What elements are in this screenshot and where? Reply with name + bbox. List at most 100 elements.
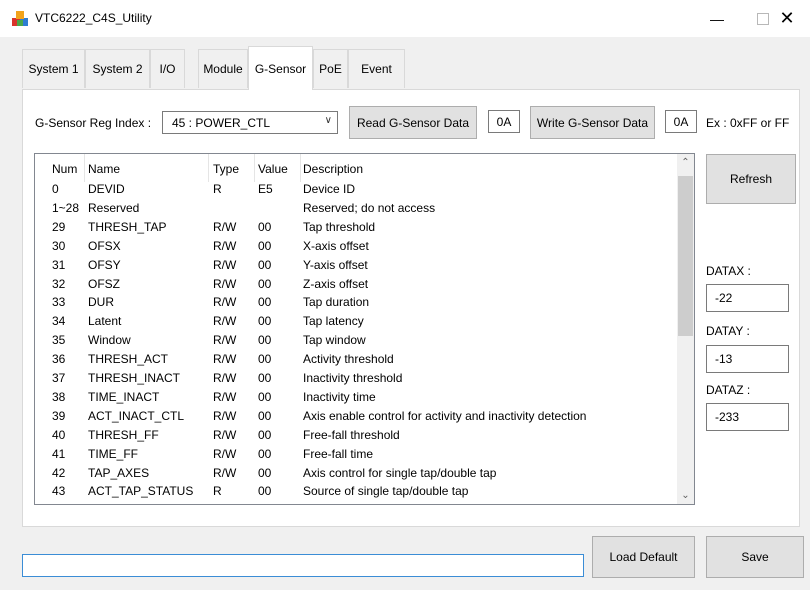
table-row[interactable]: 37 THRESH_INACT R/W 00 Inactivity threshold xyxy=(35,370,678,389)
scroll-thumb[interactable] xyxy=(678,176,693,336)
register-table[interactable]: Num Name Type Value Description 0 DEVID R E… xyxy=(34,153,695,505)
cell-description: Free-fall time xyxy=(303,446,374,461)
cell-num: 32 xyxy=(52,276,66,291)
cell-name: OFSZ xyxy=(88,276,120,291)
table-row[interactable]: 33 DUR R/W 00 Tap duration xyxy=(35,294,678,313)
cell-num: 43 xyxy=(52,484,66,499)
cell-type: R/W xyxy=(213,276,237,291)
table-row[interactable]: 41 TIME_FF R/W 00 Free-fall time xyxy=(35,446,678,465)
scroll-up-icon[interactable]: ⌃ xyxy=(677,154,694,171)
reg-index-select[interactable]: 45 : POWER_CTL ∨ xyxy=(162,111,338,134)
cell-name: THRESH_ACT xyxy=(88,352,169,367)
reg-index-value: 45 : POWER_CTL xyxy=(172,116,271,130)
cell-value: 00 xyxy=(258,333,272,348)
minimize-button[interactable]: — xyxy=(694,0,740,37)
cell-description: Device ID xyxy=(303,182,356,196)
cell-num: 30 xyxy=(52,238,66,253)
cell-value: 00 xyxy=(258,446,272,461)
table-row[interactable]: 38 TIME_INACT R/W 00 Inactivity time xyxy=(35,389,678,408)
cell-type: R xyxy=(213,484,222,499)
cell-description: Reserved; do not access xyxy=(303,200,436,215)
tab-poe[interactable]: PoE xyxy=(313,49,348,88)
cell-name: Latent xyxy=(88,314,122,329)
tab-io[interactable]: I/O xyxy=(150,49,185,88)
cell-name: ACT_INACT_CTL xyxy=(88,408,185,423)
column-header-name[interactable]: Name xyxy=(85,154,209,182)
cell-name: TIME_INACT xyxy=(88,389,160,404)
tab-g-sensor[interactable]: G-Sensor xyxy=(248,46,313,90)
column-header-type[interactable]: Type xyxy=(209,154,255,182)
cell-num: 41 xyxy=(52,446,66,461)
cell-type: R/W xyxy=(213,219,237,234)
cell-type: R/W xyxy=(213,352,237,367)
table-row[interactable]: 29 THRESH_TAP R/W 00 Tap threshold xyxy=(35,219,678,238)
cell-value: 00 xyxy=(258,484,272,499)
chevron-down-icon: ∨ xyxy=(324,115,332,126)
cell-description: Activity threshold xyxy=(303,352,394,367)
table-row[interactable]: 42 TAP_AXES R/W 00 Axis control for single t… xyxy=(35,465,678,484)
tab-module[interactable]: Module xyxy=(198,49,248,88)
cell-name: TIME_FF xyxy=(88,446,138,461)
app-icon xyxy=(12,11,28,26)
tab-event[interactable]: Event xyxy=(348,49,405,88)
cell-name: OFSX xyxy=(88,238,121,253)
cell-description: Tap window xyxy=(303,333,366,348)
table-header: Num Name Type Value Description xyxy=(35,154,678,182)
cell-num: 40 xyxy=(52,427,66,442)
cell-description: Tap threshold xyxy=(303,219,376,234)
cell-value: 00 xyxy=(258,465,272,480)
table-row[interactable]: 0 DEVID R E5 Device ID xyxy=(35,181,678,200)
cell-description: Free-fall threshold xyxy=(303,427,400,442)
cell-type: R/W xyxy=(213,295,237,310)
cell-num: 31 xyxy=(52,257,66,272)
table-row[interactable]: 31 OFSY R/W 00 Y-axis offset xyxy=(35,257,678,276)
cell-description: Source of single tap/double tap xyxy=(303,484,469,499)
cell-num: 37 xyxy=(52,371,66,385)
cell-name: TAP_AXES xyxy=(88,465,150,480)
table-row[interactable]: 34 Latent R/W 00 Tap latency xyxy=(35,313,678,332)
cell-value: E5 xyxy=(258,182,273,196)
cell-num: 34 xyxy=(52,314,66,329)
cell-description: Tap latency xyxy=(303,314,364,329)
window-title: VTC6222_C4S_Utility xyxy=(35,11,152,25)
scroll-down-icon[interactable]: ⌄ xyxy=(677,487,694,504)
cell-type: R/W xyxy=(213,333,237,348)
write-g-sensor-button[interactable]: Write G-Sensor Data xyxy=(530,106,655,139)
table-row[interactable]: 40 THRESH_FF R/W 00 Free-fall threshold xyxy=(35,427,678,446)
refresh-button[interactable]: Refresh xyxy=(706,154,796,204)
table-row[interactable]: 39 ACT_INACT_CTL R/W 00 Axis enable control … xyxy=(35,408,678,427)
column-header-value[interactable]: Value xyxy=(255,154,301,182)
cell-num: 36 xyxy=(52,352,66,367)
cell-num: 29 xyxy=(52,219,66,234)
cell-name: ACT_TAP_STATUS xyxy=(88,484,194,499)
cell-name: Reserved xyxy=(88,200,140,215)
tab-system-1[interactable]: System 1 xyxy=(22,49,85,88)
vertical-scrollbar[interactable]: ⌃ ⌄ xyxy=(677,154,694,504)
cell-name: THRESH_INACT xyxy=(88,371,181,385)
tab-system-2[interactable]: System 2 xyxy=(85,49,150,88)
cell-type: R/W xyxy=(213,446,237,461)
cell-num: 38 xyxy=(52,389,66,404)
read-g-sensor-button[interactable]: Read G-Sensor Data xyxy=(349,106,477,139)
cell-type: R/W xyxy=(213,314,237,329)
column-header-num[interactable]: Num xyxy=(35,154,85,182)
table-row[interactable]: 32 OFSZ R/W 00 Z-axis offset xyxy=(35,276,678,295)
close-icon: ✕ xyxy=(779,8,795,28)
cell-description: Inactivity time xyxy=(303,389,376,404)
table-row[interactable]: 36 THRESH_ACT R/W 00 Activity threshold xyxy=(35,351,678,370)
table-row[interactable]: 1~28 Reserved Reserved; do not access xyxy=(35,200,678,219)
cell-value: 00 xyxy=(258,371,272,385)
table-row[interactable]: 30 OFSX R/W 00 X-axis offset xyxy=(35,238,678,257)
minimize-icon: — xyxy=(710,10,724,27)
save-button[interactable]: Save xyxy=(706,536,804,578)
table-row[interactable]: 43 ACT_TAP_STATUS R 00 Source of single tap/… xyxy=(35,483,678,502)
cell-value: 00 xyxy=(258,276,272,291)
cell-description: Z-axis offset xyxy=(303,276,369,291)
cell-value: 00 xyxy=(258,427,272,442)
column-header-description[interactable]: Description xyxy=(301,154,678,182)
table-row[interactable]: 35 Window R/W 00 Tap window xyxy=(35,332,678,351)
close-button[interactable]: ✕ xyxy=(764,0,810,37)
cell-description: Axis control for single tap/double tap xyxy=(303,465,497,480)
cell-description: X-axis offset xyxy=(303,238,369,253)
load-default-button[interactable]: Load Default xyxy=(592,536,695,578)
